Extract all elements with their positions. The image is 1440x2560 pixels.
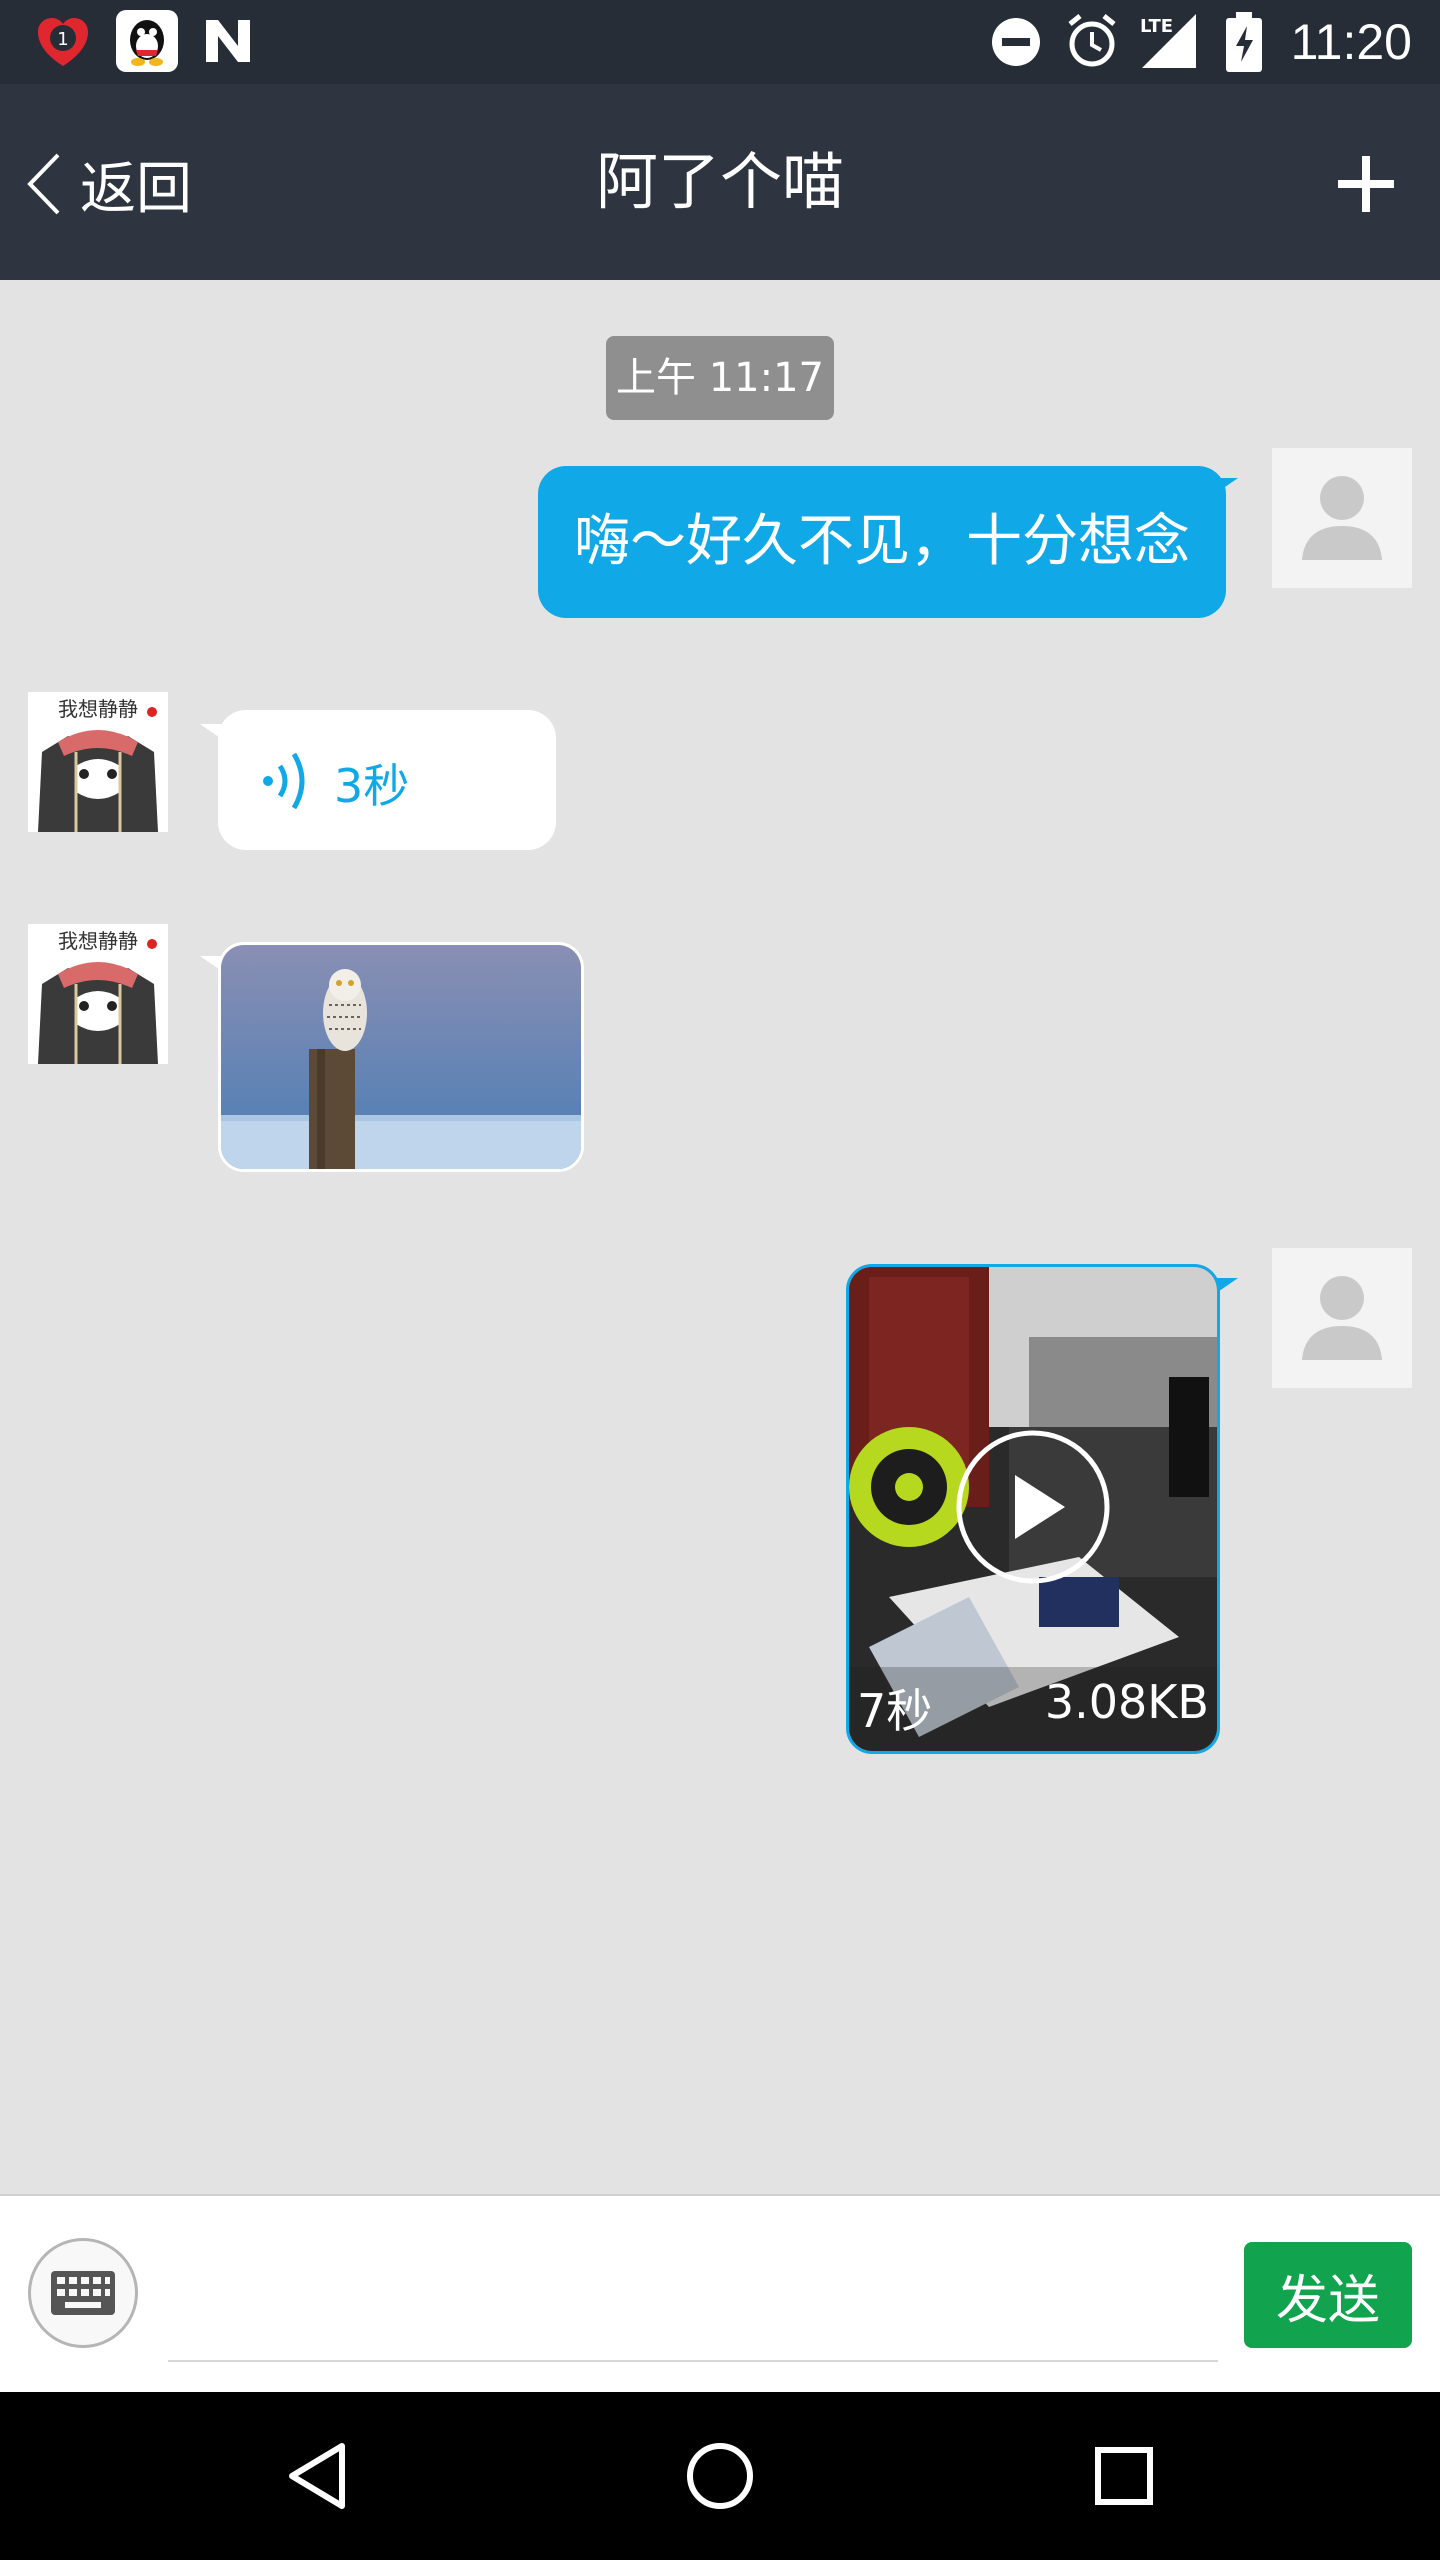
input-bar: 发送 [0, 2194, 1440, 2394]
status-time: 11:20 [1290, 14, 1412, 70]
keyboard-toggle-button[interactable] [28, 2238, 138, 2348]
network-type: LTE [1140, 16, 1173, 37]
svg-text:我想静静: 我想静静 [58, 697, 138, 721]
chat-title: 阿了个喵 [595, 145, 844, 218]
svg-text:我想静静: 我想静静 [58, 929, 138, 953]
back-triangle-icon[interactable] [280, 2436, 360, 2516]
default-user-icon [1302, 1276, 1382, 1360]
avatar[interactable] [1272, 448, 1412, 588]
navigation-bar [0, 2392, 1440, 2560]
alarm-clock-icon [1064, 12, 1120, 74]
keyboard-icon [51, 2271, 115, 2315]
cat-avatar-icon: 我想静静 [28, 924, 168, 1064]
cat-avatar-icon: 我想静静 [28, 692, 168, 832]
voice-message-bubble[interactable]: 3秒 [218, 710, 556, 850]
n-icon [200, 16, 256, 70]
message-text: 嗨～好久不见，十分想念 [574, 509, 1190, 574]
signal-icon: LTE [1138, 10, 1198, 74]
video-size: 3.08KB [1044, 1675, 1209, 1729]
dnd-icon [990, 16, 1042, 72]
notification-badge-count: 1 [57, 29, 68, 50]
battery-charging-icon [1226, 12, 1262, 76]
image-message[interactable] [218, 942, 584, 1172]
status-bar: 1 LTE 11:20 [0, 0, 1440, 84]
title-bar: 返回 阿了个喵 [0, 84, 1440, 280]
video-message[interactable]: 7秒 3.08KB [846, 1264, 1220, 1754]
qq-icon [116, 10, 178, 76]
video-duration: 7秒 [857, 1684, 933, 1738]
avatar[interactable] [1272, 1248, 1412, 1388]
message-timestamp: 上午 11:17 [606, 336, 834, 420]
video-info: 7秒 3.08KB [857, 1675, 1209, 1741]
default-user-icon [1302, 476, 1382, 560]
recents-square-icon[interactable] [1084, 2436, 1164, 2516]
text-message-bubble[interactable]: 嗨～好久不见，十分想念 [538, 466, 1226, 618]
voice-duration: 3秒 [334, 759, 410, 813]
voice-wave-icon [263, 752, 305, 810]
message-input[interactable] [168, 2226, 1218, 2362]
alarm-badge-icon: 1 [34, 14, 92, 74]
play-icon[interactable] [953, 1427, 1113, 1587]
owl-photo [221, 945, 581, 1169]
send-button[interactable]: 发送 [1244, 2242, 1412, 2348]
home-circle-icon[interactable] [680, 2436, 760, 2516]
avatar[interactable]: 我想静静 [28, 692, 168, 832]
plus-icon[interactable] [1332, 150, 1400, 218]
avatar[interactable]: 我想静静 [28, 924, 168, 1064]
